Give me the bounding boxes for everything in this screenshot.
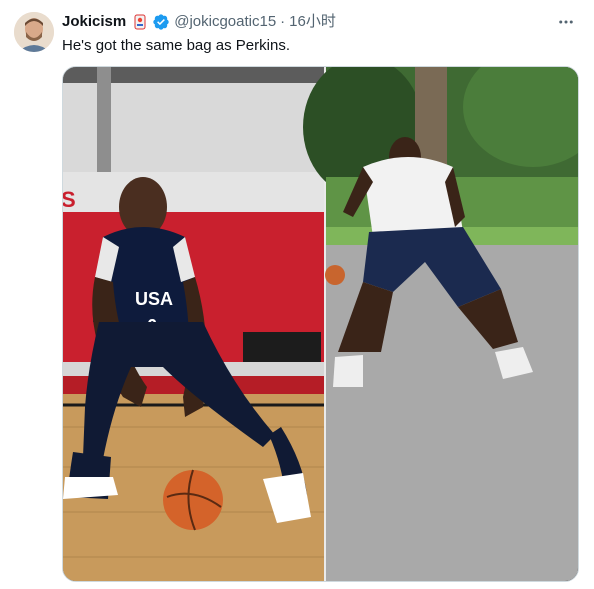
user-handle[interactable]: @jokicgoatic15 [174, 12, 276, 32]
avatar[interactable] [14, 12, 54, 52]
separator-dot: · [280, 13, 286, 30]
wall-letter: S [63, 187, 76, 212]
emoji-badge-icon [132, 14, 148, 30]
display-name[interactable]: Jokicism [62, 12, 126, 32]
verified-badge-icon [152, 13, 170, 31]
left-jersey-text: USA [135, 289, 173, 309]
tweet-media[interactable]: S USA 6 [62, 66, 579, 582]
tweet-card: Jokicism @jokicgoatic15 · 16小时 He's got … [0, 0, 594, 589]
left-video-frame: S USA 6 [63, 67, 325, 581]
right-video-frame [303, 67, 578, 581]
tweet-text: He's got the same bag as Perkins. [62, 37, 290, 54]
tweet-header: Jokicism @jokicgoatic15 · 16小时 [62, 12, 580, 32]
more-horizontal-icon[interactable] [554, 12, 578, 32]
timestamp[interactable]: 16小时 [289, 12, 336, 32]
